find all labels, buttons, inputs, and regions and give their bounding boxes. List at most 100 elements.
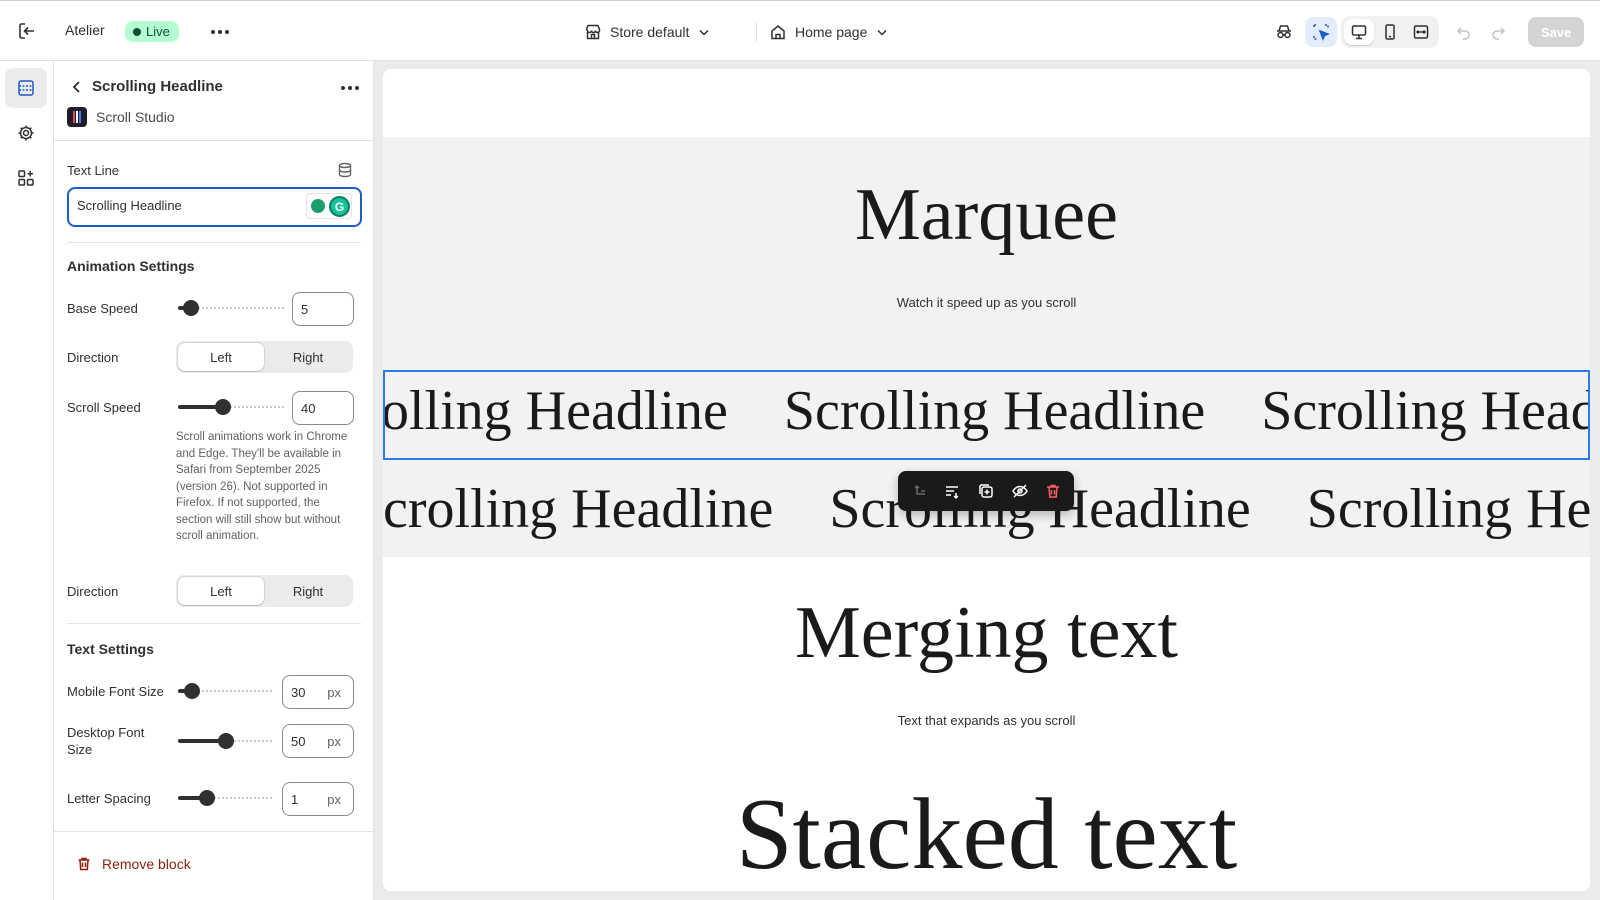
merging-text-caption: Text that expands as you scroll <box>897 713 1076 728</box>
direction-left-option[interactable]: Left <box>178 577 264 605</box>
scroll-help-text: Scroll animations work in Chrome and Edg… <box>176 431 348 542</box>
letter-spacing-input[interactable]: 1 px <box>282 782 354 816</box>
remove-block-button[interactable]: Remove block <box>76 856 191 872</box>
slider-thumb[interactable] <box>218 733 234 749</box>
letter-spacing-label: Letter Spacing <box>67 791 151 806</box>
app-source-name: Scroll Studio <box>96 109 175 125</box>
text-settings-heading: Text Settings <box>67 641 154 657</box>
back-arrow-icon[interactable] <box>66 76 88 98</box>
hide-eye-icon[interactable] <box>1010 481 1030 501</box>
extension-icon[interactable] <box>311 199 325 213</box>
headline-item: crolling Headline <box>383 478 774 540</box>
base-speed-label: Base Speed <box>67 301 138 316</box>
store-selector-label: Store default <box>610 24 690 40</box>
sections-icon[interactable] <box>5 68 47 108</box>
top-bar: Atelier Live Store default Home page Sav… <box>0 0 1600 61</box>
slider-thumb[interactable] <box>182 300 199 316</box>
base-speed-value[interactable]: 5 <box>301 302 308 317</box>
direction-right-option[interactable]: Right <box>265 343 351 371</box>
headline-item: Scrolling Headli <box>1306 478 1590 540</box>
desktop-font-size-input[interactable]: 50 px <box>282 724 354 758</box>
base-speed-slider[interactable] <box>178 298 284 318</box>
scroll-speed-value[interactable]: 40 <box>301 401 315 416</box>
live-badge: Live <box>125 21 179 42</box>
dynamic-source-icon[interactable] <box>336 161 354 179</box>
mobile-font-size-label: Mobile Font Size <box>67 684 164 699</box>
divider <box>67 623 361 624</box>
mobile-view-icon[interactable] <box>1375 19 1405 45</box>
inspector-select-icon[interactable] <box>1305 17 1337 47</box>
fullwidth-view-icon[interactable] <box>1406 19 1436 45</box>
store-selector[interactable]: Store default <box>584 20 711 44</box>
settings-gear-icon[interactable] <box>5 113 47 153</box>
app-logo-icon <box>67 107 87 127</box>
move-up-icon[interactable] <box>910 481 930 501</box>
home-icon <box>771 25 785 40</box>
letter-spacing-slider[interactable] <box>178 788 274 808</box>
mobile-font-size-slider[interactable] <box>178 681 274 701</box>
page-selector-label: Home page <box>795 24 868 40</box>
divider <box>756 22 757 42</box>
reorder-icon[interactable] <box>942 481 962 501</box>
redo-icon[interactable] <box>1482 17 1514 47</box>
block-settings-panel: Scrolling Headline Scroll Studio Text Li… <box>54 61 374 900</box>
direction-toggle: Left Right <box>176 575 353 607</box>
slider-thumb[interactable] <box>214 399 231 415</box>
text-line-field[interactable]: G <box>67 187 362 227</box>
scroll-speed-slider[interactable] <box>178 397 284 417</box>
live-dot-icon <box>133 27 141 36</box>
duplicate-icon[interactable] <box>976 481 996 501</box>
divider <box>67 242 361 243</box>
undo-icon[interactable] <box>1448 17 1480 47</box>
desktop-font-size-label: Desktop Font <box>67 725 145 740</box>
store-icon <box>585 24 601 40</box>
app-name: Atelier <box>65 22 105 38</box>
direction-label: Direction <box>67 584 119 599</box>
stacked-text-title: Stacked text <box>735 778 1238 891</box>
trash-icon <box>78 857 90 871</box>
animation-settings-heading: Animation Settings <box>67 258 195 274</box>
desktop-font-size-label-line2: Size <box>67 742 93 757</box>
merging-text-title: Merging text <box>795 592 1178 674</box>
unit-label: px <box>327 685 341 700</box>
direction-left-option[interactable]: Left <box>178 343 264 371</box>
desktop-view-icon[interactable] <box>1344 19 1374 45</box>
unit-label: px <box>327 792 341 807</box>
page-selector[interactable]: Home page <box>769 20 889 44</box>
direction-toggle: Left Right <box>176 341 353 373</box>
block-more-icon[interactable] <box>336 77 364 99</box>
chevron-down-icon <box>699 29 709 36</box>
text-line-input[interactable] <box>77 198 297 213</box>
direction-label: Direction <box>67 350 119 365</box>
mobile-font-size-input[interactable]: 30 px <box>282 675 354 709</box>
exit-icon[interactable] <box>16 20 38 42</box>
preview-incognito-icon[interactable] <box>1268 17 1300 47</box>
direction-right-option[interactable]: Right <box>265 577 351 605</box>
block-floating-toolbar <box>898 471 1074 511</box>
extension-badges: G <box>306 193 352 219</box>
preview-canvas: Marquee Watch it speed up as you scroll … <box>383 69 1590 891</box>
slider-thumb[interactable] <box>184 683 201 699</box>
base-speed-input[interactable]: 5 <box>292 292 354 326</box>
live-badge-label: Live <box>146 24 170 39</box>
more-menu-icon[interactable] <box>207 21 233 43</box>
delete-trash-icon[interactable] <box>1043 481 1063 501</box>
marquee-title: Marquee <box>855 174 1118 256</box>
scroll-speed-label: Scroll Speed <box>67 400 141 415</box>
letter-spacing-value[interactable]: 1 <box>291 792 298 807</box>
panel-title: Scrolling Headline <box>92 78 223 95</box>
text-line-label: Text Line <box>67 163 120 178</box>
grammar-extension-icon[interactable]: G <box>329 196 350 217</box>
unit-label: px <box>327 734 341 749</box>
selected-block-outline <box>383 370 1590 460</box>
save-button[interactable]: Save <box>1528 17 1584 47</box>
remove-block-label: Remove block <box>102 856 191 872</box>
divider <box>54 140 373 141</box>
mobile-font-size-value[interactable]: 30 <box>291 685 305 700</box>
marquee-caption: Watch it speed up as you scroll <box>896 295 1077 310</box>
desktop-font-size-value[interactable]: 50 <box>291 734 305 749</box>
slider-thumb[interactable] <box>198 790 215 806</box>
desktop-font-size-slider[interactable] <box>178 731 274 751</box>
scroll-speed-input[interactable]: 40 <box>292 391 354 425</box>
apps-icon[interactable] <box>5 158 47 198</box>
